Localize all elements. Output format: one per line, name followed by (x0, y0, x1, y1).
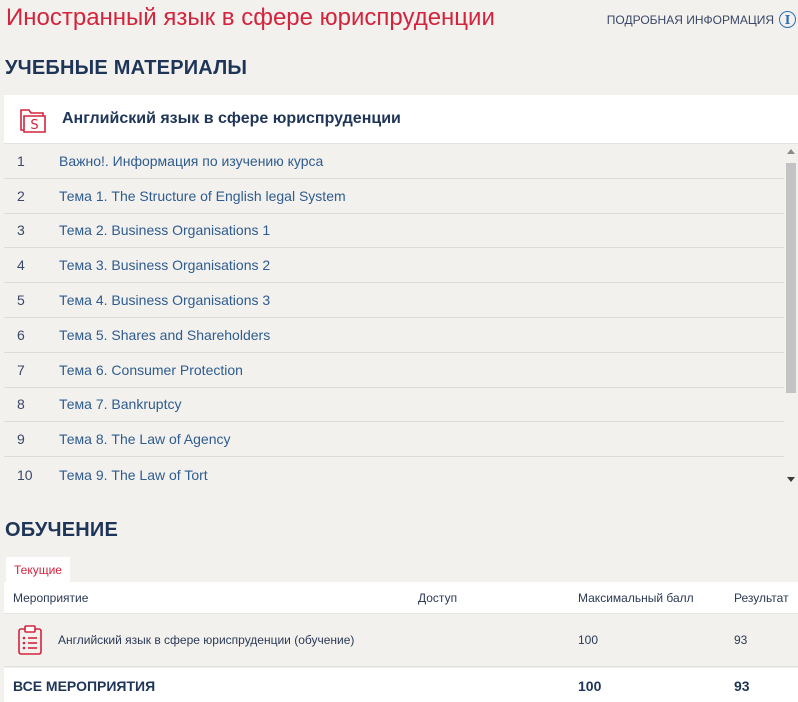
item-link[interactable]: Тема 2. Business Organisations 1 (59, 222, 270, 238)
list-item[interactable]: 1 Важно!. Информация по изучению курса (4, 144, 784, 179)
course-name: Английский язык в сфере юриспруденции (62, 110, 401, 127)
learning-table: Мероприятие Доступ Максимальный балл Рез… (4, 582, 798, 702)
list-scrollbar[interactable] (784, 147, 798, 484)
col-result-header: Результат (734, 590, 789, 605)
list-item[interactable]: 2 Тема 1. The Structure of English legal … (4, 179, 784, 214)
item-number: 1 (17, 152, 25, 169)
total-max-score: 100 (578, 678, 602, 694)
scroll-up-arrow-icon[interactable] (787, 149, 795, 154)
item-number: 10 (17, 466, 33, 483)
list-item[interactable]: 6 Тема 5. Shares and Shareholders (4, 318, 784, 353)
materials-heading: УЧЕБНЫЕ МАТЕРИАЛЫ (5, 57, 248, 79)
item-number: 5 (17, 292, 25, 309)
result-cell: 93 (734, 633, 748, 647)
item-link[interactable]: Тема 8. The Law of Agency (59, 431, 231, 447)
list-item[interactable]: 3 Тема 2. Business Organisations 1 (4, 214, 784, 249)
folder-icon: S (20, 109, 46, 133)
col-access-header: Доступ (418, 590, 458, 605)
table-row[interactable]: Английский язык в сфере юриспруденции (о… (4, 614, 798, 667)
max-score-cell: 100 (578, 633, 599, 647)
list-item[interactable]: 7 Тема 6. Consumer Protection (4, 353, 784, 388)
list-item[interactable]: 8 Тема 7. Bankruptcy (4, 388, 784, 423)
item-number: 7 (17, 361, 25, 378)
item-link[interactable]: Тема 9. The Law of Tort (59, 467, 208, 483)
item-link[interactable]: Тема 6. Consumer Protection (59, 362, 243, 378)
item-link[interactable]: Тема 7. Bankruptcy (59, 396, 181, 412)
list-item[interactable]: 5 Тема 4. Business Organisations 3 (4, 283, 784, 318)
item-link[interactable]: Тема 4. Business Organisations 3 (59, 292, 270, 308)
learning-heading: ОБУЧЕНИЕ (5, 519, 119, 541)
clipboard-icon (18, 625, 42, 655)
item-link[interactable]: Тема 1. The Structure of English legal S… (59, 188, 346, 204)
item-link[interactable]: Важно!. Информация по изучению курса (59, 153, 323, 169)
scroll-down-arrow-icon[interactable] (787, 477, 795, 482)
table-header: Мероприятие Доступ Максимальный балл Рез… (4, 582, 798, 614)
materials-list[interactable]: 1 Важно!. Информация по изучению курса 2 Т… (4, 144, 798, 489)
total-label: ВСЕ МЕРОПРИЯТИЯ (13, 678, 156, 694)
item-number: 3 (17, 222, 25, 239)
total-result: 93 (734, 678, 750, 694)
item-number: 8 (17, 396, 25, 413)
item-link[interactable]: Тема 3. Business Organisations 2 (59, 257, 270, 273)
folder-glyph: S (30, 118, 38, 133)
item-number: 4 (17, 257, 25, 274)
col-max-score-header: Максимальный балл (578, 590, 694, 605)
event-name[interactable]: Английский язык в сфере юриспруденции (о… (58, 633, 354, 647)
list-item[interactable]: 10 Тема 9. The Law of Tort (4, 457, 784, 489)
item-number: 9 (17, 431, 25, 448)
more-info-label: ПОДРОБНАЯ ИНФОРМАЦИЯ (606, 12, 774, 27)
item-link[interactable]: Тема 5. Shares and Shareholders (59, 327, 270, 343)
list-item[interactable]: 4 Тема 3. Business Organisations 2 (4, 248, 784, 284)
page-title: Иностранный язык в сфере юриспруденции (6, 4, 495, 31)
table-total-row: ВСЕ МЕРОПРИЯТИЯ 100 93 (4, 668, 798, 702)
col-event-header: Мероприятие (13, 590, 89, 605)
info-icon[interactable]: i (779, 11, 796, 28)
scroll-thumb[interactable] (786, 163, 796, 393)
course-card[interactable]: S Английский язык в сфере юриспруденции (4, 95, 798, 144)
item-number: 2 (17, 187, 25, 204)
list-item[interactable]: 9 Тема 8. The Law of Agency (4, 422, 784, 458)
more-info-link[interactable]: ПОДРОБНАЯ ИНФОРМАЦИЯ i (607, 11, 796, 28)
item-number: 6 (17, 326, 25, 343)
tab-current[interactable]: Текущие (6, 557, 70, 582)
event-cell: Английский язык в сфере юриспруденции (о… (4, 624, 418, 656)
